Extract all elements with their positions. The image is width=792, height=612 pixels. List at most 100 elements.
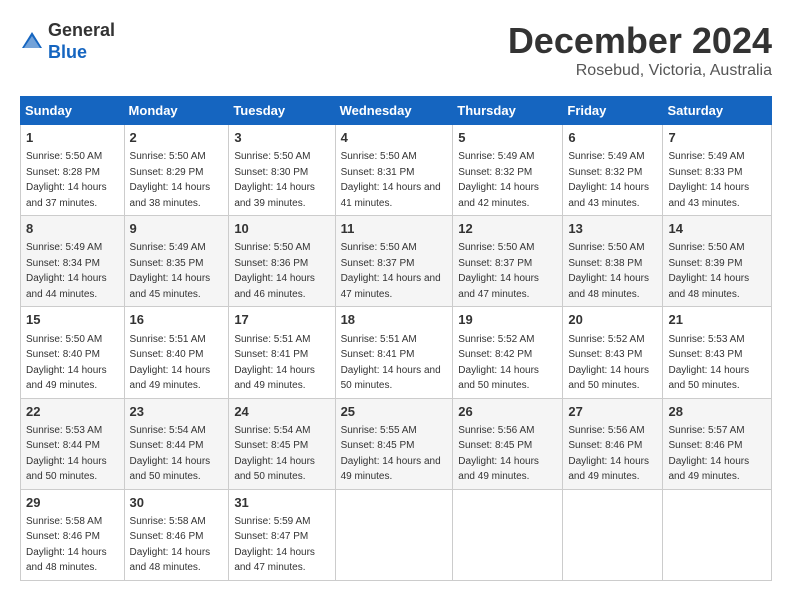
week-row-1: 1Sunrise: 5:50 AMSunset: 8:28 PMDaylight… — [21, 125, 772, 216]
logo-icon — [20, 30, 44, 54]
location: Rosebud, Victoria, Australia — [508, 62, 772, 80]
calendar: SundayMondayTuesdayWednesdayThursdayFrid… — [20, 96, 772, 581]
calendar-cell: 15 Sunrise: 5:50 AMSunset: 8:40 PMDayligh… — [21, 307, 125, 398]
day-info: Sunrise: 5:49 AMSunset: 8:32 PMDaylight:… — [458, 151, 539, 209]
day-info: Sunrise: 5:50 AMSunset: 8:39 PMDaylight:… — [668, 242, 749, 300]
week-row-4: 22 Sunrise: 5:53 AMSunset: 8:44 PMDayligh… — [21, 398, 772, 489]
day-info: Sunrise: 5:50 AMSunset: 8:31 PMDaylight:… — [341, 151, 441, 209]
day-info: Sunrise: 5:51 AMSunset: 8:41 PMDaylight:… — [234, 334, 315, 392]
logo: General Blue — [20, 20, 115, 63]
week-row-3: 15 Sunrise: 5:50 AMSunset: 8:40 PMDayligh… — [21, 307, 772, 398]
day-info: Sunrise: 5:49 AMSunset: 8:34 PMDaylight:… — [26, 242, 107, 300]
day-number: 24 — [234, 403, 329, 421]
calendar-cell: 26 Sunrise: 5:56 AMSunset: 8:45 PMDayligh… — [453, 398, 563, 489]
calendar-cell: 11 Sunrise: 5:50 AMSunset: 8:37 PMDayligh… — [335, 216, 453, 307]
day-number: 16 — [130, 311, 224, 329]
day-number: 15 — [26, 311, 119, 329]
day-number: 14 — [668, 220, 766, 238]
day-info: Sunrise: 5:53 AMSunset: 8:43 PMDaylight:… — [668, 334, 749, 392]
day-info: Sunrise: 5:50 AMSunset: 8:29 PMDaylight:… — [130, 151, 211, 209]
calendar-cell: 23 Sunrise: 5:54 AMSunset: 8:44 PMDayligh… — [124, 398, 229, 489]
header-day-friday: Friday — [563, 97, 663, 125]
day-number: 27 — [568, 403, 657, 421]
day-number: 17 — [234, 311, 329, 329]
day-number: 21 — [668, 311, 766, 329]
day-info: Sunrise: 5:55 AMSunset: 8:45 PMDaylight:… — [341, 425, 441, 483]
day-number: 19 — [458, 311, 557, 329]
header-day-wednesday: Wednesday — [335, 97, 453, 125]
day-info: Sunrise: 5:51 AMSunset: 8:41 PMDaylight:… — [341, 334, 441, 392]
calendar-cell: 2 Sunrise: 5:50 AMSunset: 8:29 PMDaylight… — [124, 125, 229, 216]
calendar-cell: 24Sunrise: 5:54 AMSunset: 8:45 PMDayligh… — [229, 398, 335, 489]
header-row: SundayMondayTuesdayWednesdayThursdayFrid… — [21, 97, 772, 125]
day-number: 8 — [26, 220, 119, 238]
calendar-cell: 7 Sunrise: 5:49 AMSunset: 8:33 PMDaylight… — [663, 125, 772, 216]
day-number: 7 — [668, 129, 766, 147]
day-number: 10 — [234, 220, 329, 238]
day-info: Sunrise: 5:50 AMSunset: 8:37 PMDaylight:… — [458, 242, 539, 300]
calendar-cell: 4 Sunrise: 5:50 AMSunset: 8:31 PMDaylight… — [335, 125, 453, 216]
logo-general: General — [48, 20, 115, 40]
day-number: 13 — [568, 220, 657, 238]
day-info: Sunrise: 5:57 AMSunset: 8:46 PMDaylight:… — [668, 425, 749, 483]
day-number: 2 — [130, 129, 224, 147]
day-number: 23 — [130, 403, 224, 421]
calendar-body: 1Sunrise: 5:50 AMSunset: 8:28 PMDaylight… — [21, 125, 772, 581]
calendar-cell: 12 Sunrise: 5:50 AMSunset: 8:37 PMDayligh… — [453, 216, 563, 307]
day-number: 4 — [341, 129, 448, 147]
calendar-cell — [453, 489, 563, 580]
calendar-cell: 9Sunrise: 5:49 AMSunset: 8:35 PMDaylight… — [124, 216, 229, 307]
day-number: 6 — [568, 129, 657, 147]
header: General Blue December 2024 Rosebud, Vict… — [20, 20, 772, 80]
day-info: Sunrise: 5:53 AMSunset: 8:44 PMDaylight:… — [26, 425, 107, 483]
day-number: 28 — [668, 403, 766, 421]
day-info: Sunrise: 5:52 AMSunset: 8:42 PMDaylight:… — [458, 334, 539, 392]
day-number: 29 — [26, 494, 119, 512]
title-area: December 2024 Rosebud, Victoria, Austral… — [508, 20, 772, 80]
day-info: Sunrise: 5:49 AMSunset: 8:32 PMDaylight:… — [568, 151, 649, 209]
day-number: 26 — [458, 403, 557, 421]
day-info: Sunrise: 5:50 AMSunset: 8:37 PMDaylight:… — [341, 242, 441, 300]
calendar-cell: 19 Sunrise: 5:52 AMSunset: 8:42 PMDayligh… — [453, 307, 563, 398]
header-day-monday: Monday — [124, 97, 229, 125]
calendar-cell: 29Sunrise: 5:58 AMSunset: 8:46 PMDayligh… — [21, 489, 125, 580]
day-info: Sunrise: 5:50 AMSunset: 8:40 PMDaylight:… — [26, 334, 107, 392]
calendar-cell: 20 Sunrise: 5:52 AMSunset: 8:43 PMDayligh… — [563, 307, 663, 398]
month-title: December 2024 — [508, 20, 772, 62]
day-info: Sunrise: 5:50 AMSunset: 8:28 PMDaylight:… — [26, 151, 107, 209]
calendar-cell: 16 Sunrise: 5:51 AMSunset: 8:40 PMDayligh… — [124, 307, 229, 398]
calendar-cell: 18 Sunrise: 5:51 AMSunset: 8:41 PMDayligh… — [335, 307, 453, 398]
day-number: 20 — [568, 311, 657, 329]
day-info: Sunrise: 5:58 AMSunset: 8:46 PMDaylight:… — [130, 516, 211, 574]
calendar-cell: 5 Sunrise: 5:49 AMSunset: 8:32 PMDaylight… — [453, 125, 563, 216]
week-row-5: 29 Sunrise: 5:58 AMSunset: 8:46 PMDayligh… — [21, 489, 772, 580]
day-number: 3 — [234, 129, 329, 147]
calendar-cell: 21 Sunrise: 5:53 AMSunset: 8:43 PMDayligh… — [663, 307, 772, 398]
logo-blue: Blue — [48, 42, 87, 62]
calendar-cell: 3Sunrise: 5:50 AMSunset: 8:30 PMDaylight… — [229, 125, 335, 216]
day-info: Sunrise: 5:51 AMSunset: 8:40 PMDaylight:… — [130, 334, 211, 392]
day-info: Sunrise: 5:52 AMSunset: 8:43 PMDaylight:… — [568, 334, 649, 392]
calendar-cell: 1Sunrise: 5:50 AMSunset: 8:28 PMDaylight… — [21, 125, 125, 216]
day-number: 5 — [458, 129, 557, 147]
day-number: 31 — [234, 494, 329, 512]
calendar-cell: 30 Sunrise: 5:58 AMSunset: 8:46 PMDayligh… — [124, 489, 229, 580]
day-number: 22 — [26, 403, 119, 421]
day-number: 30 — [130, 494, 224, 512]
day-info: Sunrise: 5:49 AMSunset: 8:33 PMDaylight:… — [668, 151, 749, 209]
header-day-sunday: Sunday — [21, 97, 125, 125]
calendar-cell — [335, 489, 453, 580]
calendar-cell: 31Sunrise: 5:59 AMSunset: 8:47 PMDayligh… — [229, 489, 335, 580]
day-number: 12 — [458, 220, 557, 238]
day-info: Sunrise: 5:56 AMSunset: 8:45 PMDaylight:… — [458, 425, 539, 483]
calendar-cell: 22 Sunrise: 5:53 AMSunset: 8:44 PMDayligh… — [21, 398, 125, 489]
day-number: 11 — [341, 220, 448, 238]
logo-text: General Blue — [48, 20, 115, 63]
day-number: 18 — [341, 311, 448, 329]
calendar-cell: 13Sunrise: 5:50 AMSunset: 8:38 PMDayligh… — [563, 216, 663, 307]
calendar-cell: 8 Sunrise: 5:49 AMSunset: 8:34 PMDaylight… — [21, 216, 125, 307]
calendar-cell: 28 Sunrise: 5:57 AMSunset: 8:46 PMDayligh… — [663, 398, 772, 489]
day-info: Sunrise: 5:56 AMSunset: 8:46 PMDaylight:… — [568, 425, 649, 483]
header-day-saturday: Saturday — [663, 97, 772, 125]
day-info: Sunrise: 5:54 AMSunset: 8:44 PMDaylight:… — [130, 425, 211, 483]
